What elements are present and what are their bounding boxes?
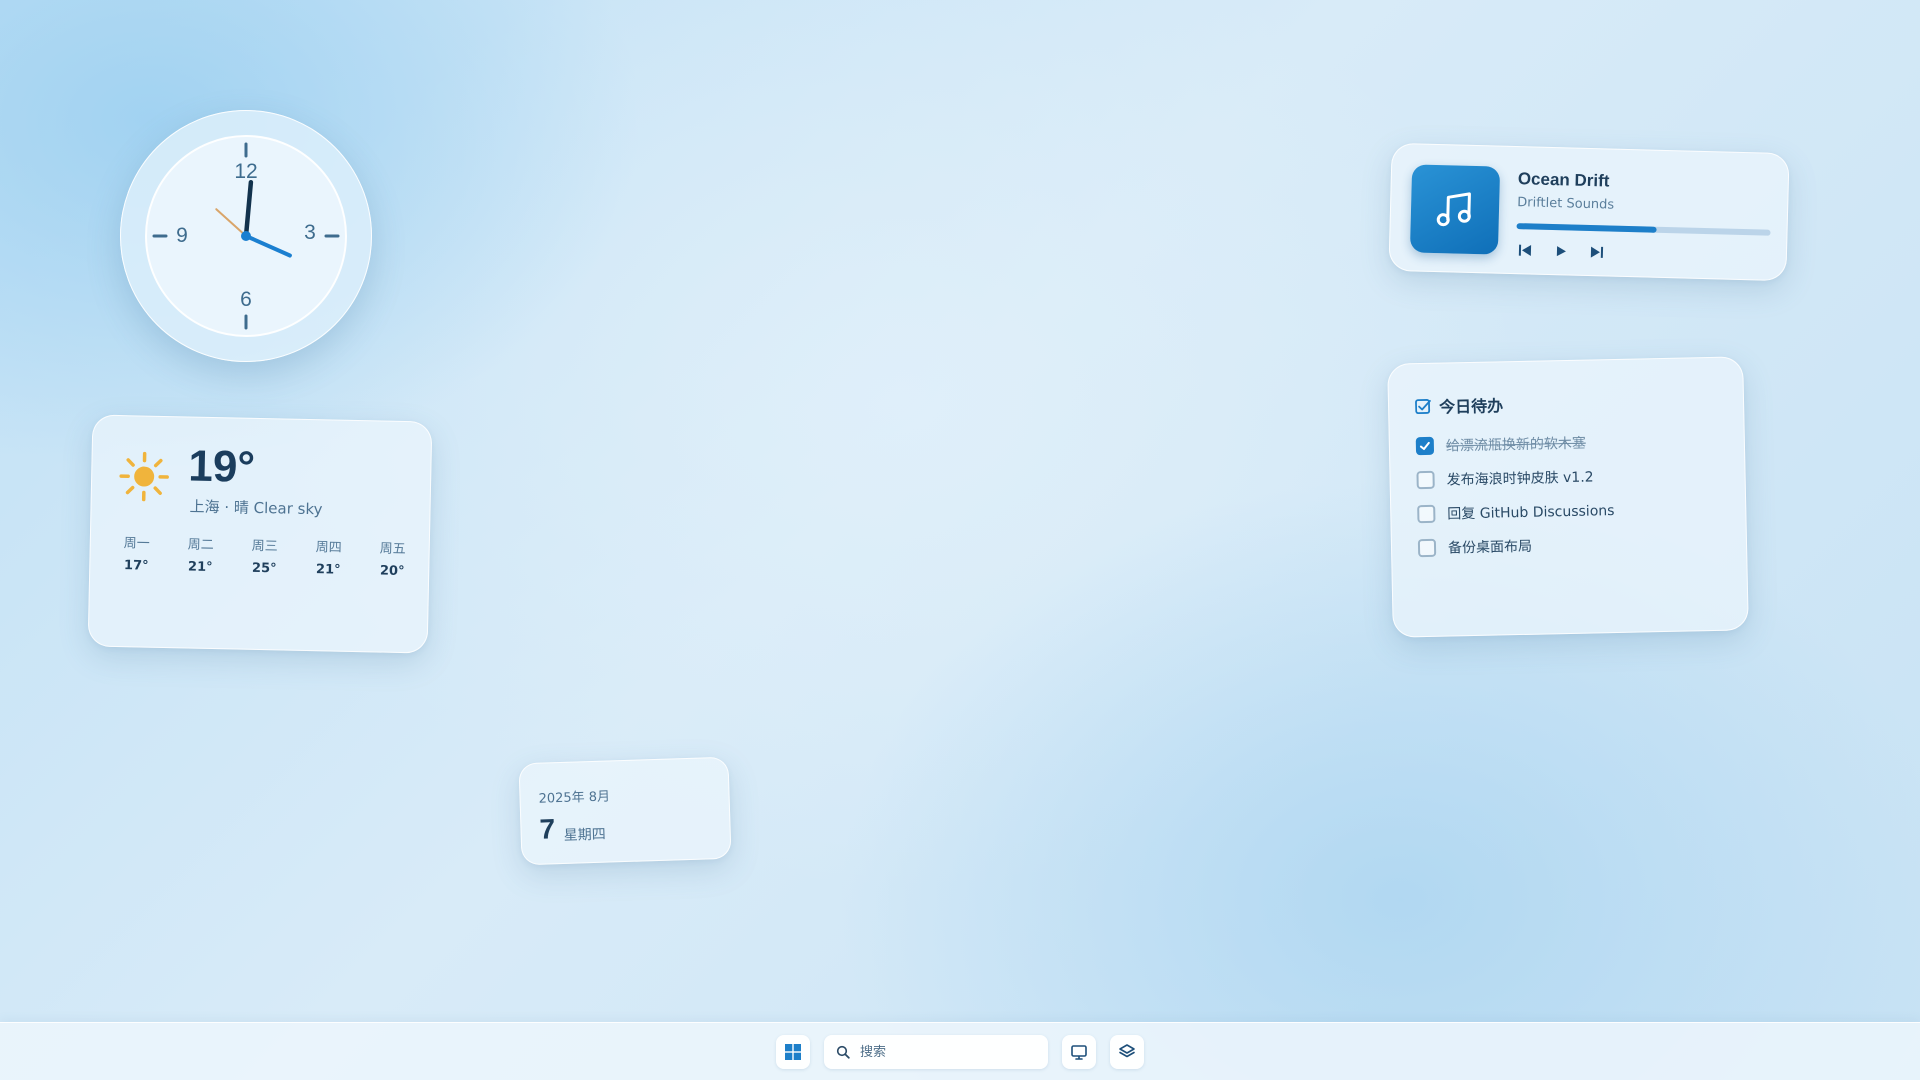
clock-number-12: 12: [234, 160, 258, 183]
desktop-icon: [1071, 1045, 1087, 1060]
show-desktop-button[interactable]: [1062, 1035, 1096, 1069]
widgets-layers-button[interactable]: [1110, 1035, 1144, 1069]
todo-checkbox[interactable]: [1417, 504, 1436, 524]
music-player-widget[interactable]: Ocean Drift Driftlet Sounds: [1388, 142, 1790, 282]
track-title: Ocean Drift: [1517, 169, 1610, 191]
forecast-day: 周二 21°: [168, 533, 233, 575]
clock-number-6: 6: [240, 288, 252, 311]
forecast-day-name: 周五: [379, 541, 406, 558]
start-button[interactable]: [776, 1035, 810, 1069]
next-track-button[interactable]: [1586, 241, 1609, 264]
forecast-day-name: 周四: [315, 540, 342, 556]
forecast-day: 周三 25°: [232, 534, 297, 577]
weather-forecast: 周一 17° 周二 21° 周三 25° 周四 21° 周五 20°: [104, 532, 425, 580]
layers-icon: [1119, 1044, 1135, 1058]
todo-item[interactable]: 备份桌面布局: [1417, 536, 1533, 558]
clock-face: [145, 135, 347, 337]
clock-center-pin: [241, 231, 251, 241]
taskbar-search-box[interactable]: [824, 1035, 1048, 1069]
todo-checkbox-checked[interactable]: [1415, 436, 1435, 456]
todo-item-label: 给漂流瓶换新的软木塞: [1445, 435, 1587, 455]
analog-clock-widget[interactable]: 12 3 6 9: [120, 110, 372, 362]
forecast-day-name: 周三: [251, 538, 278, 555]
todo-header: 今日待办: [1415, 392, 1503, 418]
music-note-icon: [1436, 192, 1471, 227]
todo-item-label: 回复 GitHub Discussions: [1447, 503, 1615, 523]
todo-item[interactable]: 给漂流瓶换新的软木塞: [1415, 433, 1587, 457]
date-widget[interactable]: 2025年 8月 7 星期四: [518, 756, 732, 866]
date-weekday: 星期四: [563, 826, 606, 844]
track-progress-fill: [1516, 223, 1657, 233]
next-icon: [1590, 246, 1604, 258]
forecast-day-temp: 20°: [379, 563, 405, 580]
clock-number-9: 9: [176, 224, 188, 247]
weather-location-description: 上海 · 晴 Clear sky: [189, 497, 323, 519]
windows-start-icon: [785, 1044, 801, 1060]
track-progress-bar[interactable]: [1516, 223, 1771, 236]
play-icon: [1556, 246, 1566, 257]
forecast-day-temp: 21°: [187, 559, 213, 576]
weather-widget[interactable]: 19° 上海 · 晴 Clear sky 周一 17° 周二 21° 周三 25…: [87, 414, 433, 654]
forecast-day: 周五 20°: [360, 537, 425, 580]
date-year-month: 2025年 8月: [538, 789, 611, 807]
todo-widget[interactable]: 今日待办 给漂流瓶换新的软木塞 发布海浪时钟皮肤 v1.2 回复 GitHub …: [1387, 356, 1749, 638]
search-input[interactable]: [858, 1043, 1042, 1061]
forecast-day: 周四 21°: [296, 536, 361, 578]
current-temperature: 19°: [187, 441, 256, 492]
forecast-day-name: 周一: [123, 536, 150, 552]
previous-track-button[interactable]: [1514, 239, 1537, 262]
forecast-day-temp: 25°: [251, 560, 277, 577]
checkmark-icon: [1419, 441, 1430, 451]
taskbar: [0, 1022, 1920, 1080]
clock-number-3: 3: [304, 221, 316, 244]
todo-item[interactable]: 回复 GitHub Discussions: [1417, 500, 1615, 524]
forecast-day-name: 周二: [187, 537, 214, 554]
todo-item-label: 发布海浪时钟皮肤 v1.2: [1446, 469, 1594, 489]
previous-icon: [1518, 244, 1532, 256]
track-artist: Driftlet Sounds: [1517, 195, 1615, 213]
forecast-day-temp: 17°: [123, 558, 149, 574]
search-icon: [836, 1045, 850, 1059]
sun-icon: [119, 451, 169, 502]
forecast-day-temp: 21°: [315, 562, 341, 578]
play-button[interactable]: [1550, 240, 1573, 263]
checklist-icon: [1415, 399, 1431, 415]
album-art: [1409, 164, 1501, 255]
date-day-number: 7: [539, 813, 556, 845]
todo-item-label: 备份桌面布局: [1447, 538, 1533, 557]
todo-title: 今日待办: [1438, 396, 1504, 417]
todo-checkbox[interactable]: [1416, 470, 1435, 490]
todo-item[interactable]: 发布海浪时钟皮肤 v1.2: [1416, 466, 1594, 490]
forecast-day: 周一 17°: [104, 532, 169, 574]
todo-checkbox[interactable]: [1417, 538, 1437, 558]
